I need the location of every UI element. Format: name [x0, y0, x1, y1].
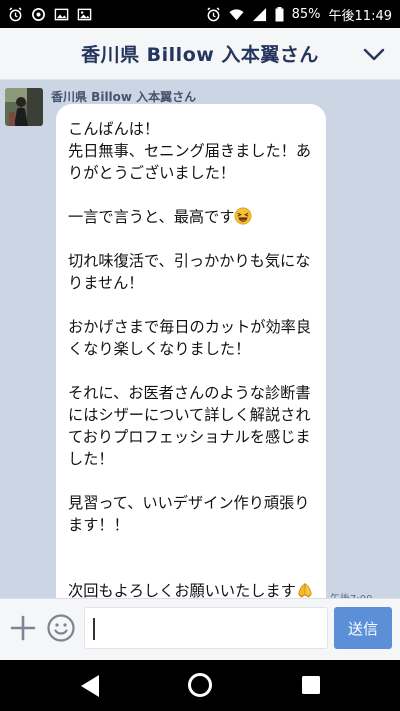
back-icon[interactable]	[78, 673, 102, 699]
grinning-squinting-face-icon	[235, 207, 252, 225]
message-paragraph: おかげさまで毎日のカットが効率良くなり楽しくなりました！	[68, 318, 311, 358]
message-paragraph: 次回もよろしくお願いいたします	[68, 580, 314, 598]
wifi-icon	[229, 8, 244, 20]
chat-area[interactable]: 香川県 Billow 入本翼さん こんばんは！ 先日無事、セニング届きました！あ…	[0, 80, 400, 598]
chevron-down-icon[interactable]	[362, 42, 386, 66]
clock: 午後11:49	[328, 8, 392, 24]
message-paragraph: 切れ味復活で、引っかかりも気になりません！	[68, 252, 311, 292]
message-timestamp: 午後7:00	[330, 590, 372, 598]
alarm-icon	[206, 6, 220, 21]
chat-title: 香川県 Billow 入本翼さん	[81, 44, 319, 66]
message-bubble[interactable]: こんばんは！ 先日無事、セニング届きました！ありがとうございました！ 一言で言う…	[56, 104, 326, 598]
message-paragraph: こんばんは！ 先日無事、セニング届きました！ありがとうございました！	[68, 120, 311, 182]
emoji-picker-icon[interactable]	[46, 613, 76, 643]
status-bar: 85% 午後11:49	[0, 0, 400, 28]
sender-name: 香川県 Billow 入本翼さん	[51, 90, 197, 104]
gallery-icon	[77, 8, 92, 20]
recent-apps-icon[interactable]	[300, 674, 322, 696]
image-icon	[54, 8, 69, 20]
message-paragraph: それに、お医者さんのような診断書にはシザーについて詳しく解説されておりプロフェッ…	[68, 384, 311, 468]
chat-header: 香川県 Billow 入本翼さん	[0, 28, 400, 80]
navigation-bar	[0, 660, 400, 711]
folded-hands-icon	[298, 583, 312, 598]
alarm-icon	[9, 6, 22, 21]
message-paragraph: 見習って、いいデザイン作り頑張ります！！	[68, 494, 310, 534]
battery-icon	[275, 6, 284, 21]
send-button[interactable]: 送信	[334, 607, 392, 649]
message-paragraph: 一言で言うと、最高です	[68, 206, 314, 228]
home-icon[interactable]	[187, 672, 213, 698]
text-caret	[93, 618, 95, 640]
input-bar: 送信	[0, 598, 400, 660]
signal-icon	[252, 7, 266, 21]
message-input[interactable]	[84, 607, 328, 649]
settings-dot-icon	[32, 7, 45, 21]
plus-icon[interactable]	[10, 615, 36, 641]
avatar[interactable]	[5, 88, 43, 126]
battery-level: 85%	[291, 6, 321, 22]
